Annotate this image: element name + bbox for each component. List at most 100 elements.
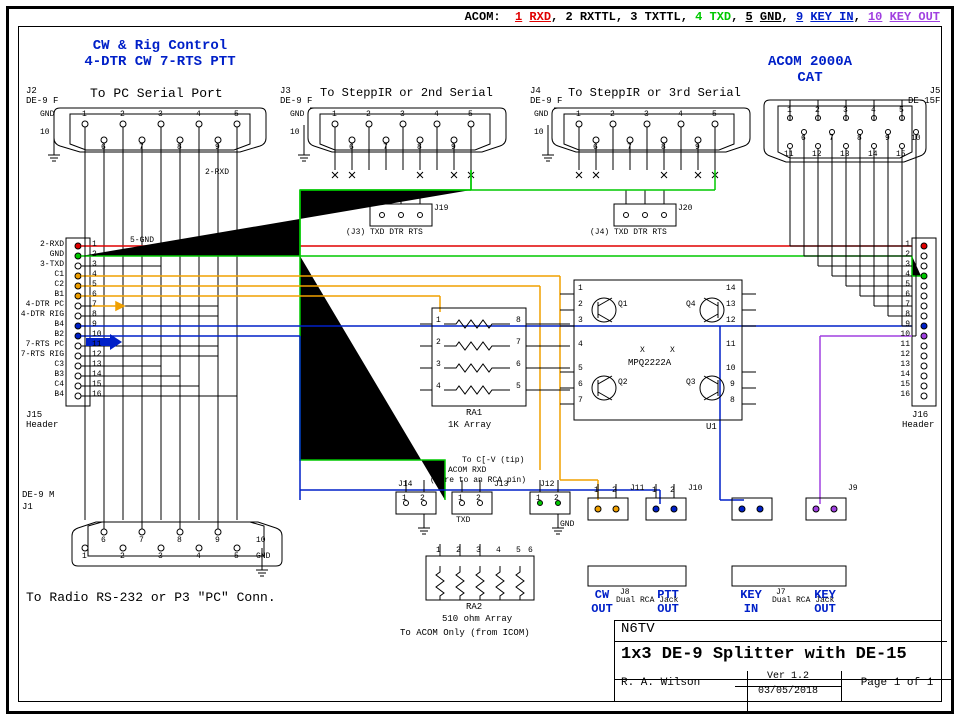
u1-x2: X xyxy=(670,346,675,355)
j5-pin9: 9 xyxy=(885,134,890,143)
j5-pin7: 7 xyxy=(829,134,834,143)
tb-date: 03/05/2018 xyxy=(735,686,842,701)
conn-j3 xyxy=(308,108,506,152)
j4-gnd: GND xyxy=(534,110,548,119)
j5-pin6: 6 xyxy=(801,134,806,143)
ra2-p2: 2 xyxy=(456,546,461,555)
j2-gnd: GND xyxy=(40,110,54,119)
u1-p2: 2 xyxy=(578,300,583,309)
j7 xyxy=(732,566,846,586)
j4-pin7: 7 xyxy=(627,143,632,152)
j19-sub: (J3) TXD DTR RTS xyxy=(346,228,423,237)
j14-p2: 2 xyxy=(420,494,425,503)
ra2-title: To ACOM Only (from ICOM) xyxy=(400,628,530,638)
j5-pin2: 2 xyxy=(815,106,820,115)
label-5gnd: 5-GND xyxy=(130,236,154,245)
j1-ref-b: J1 xyxy=(22,502,33,512)
tb-ver: Ver 1.2 xyxy=(735,671,842,687)
j15-header-label: Header xyxy=(26,420,58,430)
j3-gnd: GND xyxy=(290,110,304,119)
j11-ref: J11 xyxy=(630,484,644,493)
ra1-val: 1K Array xyxy=(448,420,491,430)
u1-q3: Q3 xyxy=(686,378,696,387)
j4-pin1: 1 xyxy=(576,110,581,119)
j1-pin5: 5 xyxy=(234,552,239,561)
u1-p8: 8 xyxy=(730,396,735,405)
u1-q2: Q2 xyxy=(618,378,628,387)
j13-title: ACOM RXD xyxy=(448,466,486,475)
j1-pin1: 1 xyxy=(82,552,87,561)
j15-pinnames: 2-RXDGND3-TXDC1 C2B14-DTR PC4-DTR RIG B4… xyxy=(20,240,64,400)
ra1-p1: 1 xyxy=(436,316,441,325)
j3-pin10: 10 xyxy=(290,128,300,137)
u1-p12: 12 xyxy=(726,316,736,325)
u1-part: MPQ2222A xyxy=(628,358,671,368)
j12-p1: 1 xyxy=(536,494,541,503)
j2-pin6: 6 xyxy=(101,143,106,152)
j4-pin6: 6 xyxy=(593,143,598,152)
j2-pin10: 10 xyxy=(40,128,50,137)
j1-pin10: 10 xyxy=(256,536,266,545)
j1-gnd: GND xyxy=(256,552,270,561)
j16-ref: J16 xyxy=(912,410,928,420)
u1-p13: 13 xyxy=(726,300,736,309)
j3-pin4: 4 xyxy=(434,110,439,119)
u1-ref: U1 xyxy=(706,422,717,432)
j3-pin9: 9 xyxy=(451,143,456,152)
j4-pin3: 3 xyxy=(644,110,649,119)
u1-p10: 10 xyxy=(726,364,736,373)
j2-pin7: 7 xyxy=(139,143,144,152)
ra1-ref: RA1 xyxy=(466,408,482,418)
j5-pin12: 12 xyxy=(812,150,822,159)
j5-pin3: 3 xyxy=(843,106,848,115)
ra1-p2: 2 xyxy=(436,338,441,347)
u1-p1: 1 xyxy=(578,284,583,293)
j5-pin5: 5 xyxy=(899,106,904,115)
j1-title: To Radio RS-232 or P3 "PC" Conn. xyxy=(26,590,276,605)
j13-p1: 1 xyxy=(458,494,463,503)
j3-pin1: 1 xyxy=(332,110,337,119)
j4-pin2: 2 xyxy=(610,110,615,119)
j13-sub: (wire to an RCA pin) xyxy=(430,476,526,485)
ra2-p4: 4 xyxy=(496,546,501,555)
ra1-p8: 8 xyxy=(516,316,521,325)
u1-q1: Q1 xyxy=(618,300,628,309)
u1-p14: 14 xyxy=(726,284,736,293)
label-2rxd: 2-RXD xyxy=(205,168,229,177)
j16-header-label: Header xyxy=(902,420,934,430)
ra1-p7: 7 xyxy=(516,338,521,347)
j1-pin3: 3 xyxy=(158,552,163,561)
ra2-ref: RA2 xyxy=(466,602,482,612)
j9-keyout xyxy=(806,498,846,520)
j4-pin9: 9 xyxy=(695,143,700,152)
j2-pin8: 8 xyxy=(177,143,182,152)
j3-pin8: 8 xyxy=(417,143,422,152)
j4-pin8: 8 xyxy=(661,143,666,152)
u1-p7: 7 xyxy=(578,396,583,405)
tb-page: Page 1 of 1 xyxy=(841,671,953,713)
ra1-p6: 6 xyxy=(516,360,521,369)
j12-ref: J12 xyxy=(540,480,554,489)
anno-key-in: KEYIN xyxy=(728,588,774,616)
u1-p6: 6 xyxy=(578,380,583,389)
ra1-p5: 5 xyxy=(516,382,521,391)
j5-pin11: 11 xyxy=(784,150,794,159)
j2-pin9: 9 xyxy=(215,143,220,152)
conn-j5-pins xyxy=(788,116,919,149)
u1-p4: 4 xyxy=(578,340,583,349)
j13-pretitle: To C[-V (tip) xyxy=(462,456,524,465)
j4-pin4: 4 xyxy=(678,110,683,119)
j15-pinnums: 1234 5678 9101112 13141516 xyxy=(92,240,102,400)
j1-pin7: 7 xyxy=(139,536,144,545)
j11-p2: 2 xyxy=(612,486,617,495)
j2-pin1: 1 xyxy=(82,110,87,119)
ra2-p1: 1 xyxy=(436,546,441,555)
j5-pin15: 15 xyxy=(896,150,906,159)
j1-pin4: 4 xyxy=(196,552,201,561)
ra2-val: 510 ohm Array xyxy=(442,614,512,624)
u1-p3: 3 xyxy=(578,316,583,325)
tb-callsign: N6TV xyxy=(615,621,947,642)
j3-pin5: 5 xyxy=(468,110,473,119)
j2-pin3: 3 xyxy=(158,110,163,119)
j3-pin6: 6 xyxy=(349,143,354,152)
